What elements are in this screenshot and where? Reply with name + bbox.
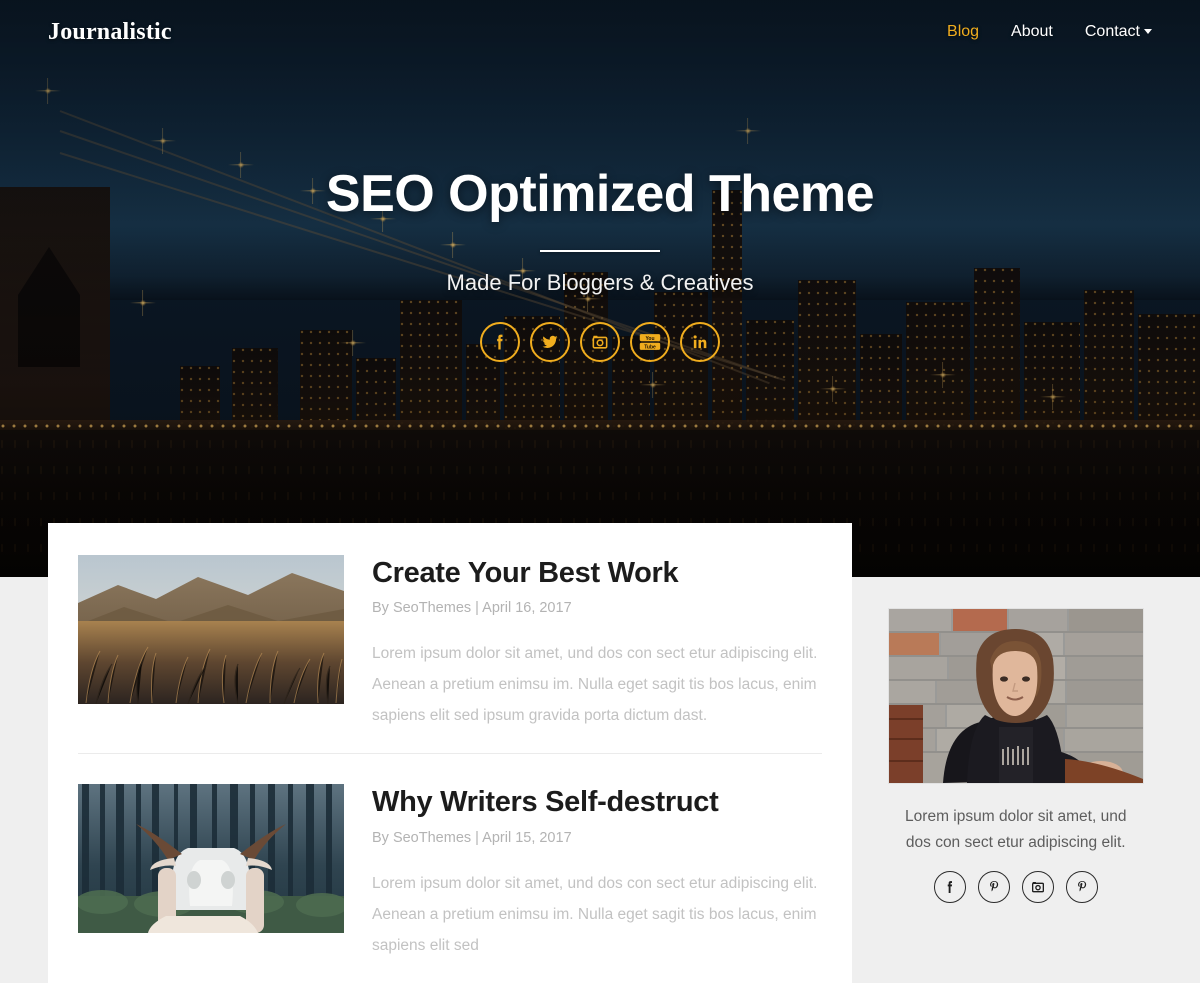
post-thumbnail-skull-forest[interactable] — [78, 784, 344, 934]
hero-section: Journalistic Blog About Contact SEO Opti… — [0, 0, 1200, 577]
post-item: Why Writers Self-destruct By SeoThemes |… — [78, 753, 822, 982]
post-excerpt: Lorem ipsum dolor sit amet, und dos con … — [372, 874, 818, 954]
nav-item-blog[interactable]: Blog — [947, 23, 979, 41]
page-body: Create Your Best Work By SeoThemes | Apr… — [0, 523, 1200, 983]
post-body: Create Your Best Work By SeoThemes | Apr… — [372, 555, 822, 731]
linkedin-icon[interactable] — [680, 322, 720, 362]
top-navigation-bar: Journalistic Blog About Contact — [0, 0, 1200, 64]
svg-text:Tube: Tube — [644, 345, 656, 351]
post-thumbnail-grass-mountains[interactable] — [78, 555, 344, 704]
instagram-icon[interactable] — [580, 322, 620, 362]
content-layout: Create Your Best Work By SeoThemes | Apr… — [0, 523, 1200, 983]
chevron-down-icon — [1144, 29, 1152, 34]
post-list-card: Create Your Best Work By SeoThemes | Apr… — [48, 523, 852, 983]
hero-title: SEO Optimized Theme — [325, 165, 875, 223]
sidebar-social-links — [880, 871, 1152, 904]
facebook-icon[interactable] — [933, 871, 966, 904]
pinterest-icon[interactable] — [1065, 871, 1098, 904]
grass-mountain-image — [78, 555, 344, 704]
post-meta: By SeoThemes | April 16, 2017 — [372, 600, 572, 617]
hero-subtitle: Made For Bloggers & Creatives — [446, 270, 754, 295]
post-item: Create Your Best Work By SeoThemes | Apr… — [78, 555, 822, 753]
facebook-icon[interactable] — [480, 322, 520, 362]
skull-forest-image — [78, 784, 344, 934]
site-logo[interactable]: Journalistic — [48, 19, 172, 46]
twitter-icon[interactable] — [530, 322, 570, 362]
author-photo — [887, 608, 1144, 784]
woman-brick-wall-image — [888, 609, 1143, 783]
nav-item-contact[interactable]: Contact — [1085, 23, 1152, 41]
post-meta: By SeoThemes | April 15, 2017 — [372, 829, 572, 846]
nav-item-contact-label: Contact — [1084, 23, 1140, 40]
sidebar: Lorem ipsum dolor sit amet, und dos con … — [880, 523, 1152, 904]
post-title[interactable]: Create Your Best Work — [372, 557, 822, 590]
post-excerpt: Lorem ipsum dolor sit amet, und dos con … — [372, 645, 818, 725]
hero-content: SEO Optimized Theme Made For Bloggers & … — [0, 0, 1200, 577]
main-nav: Blog About Contact — [947, 23, 1152, 41]
nav-item-about[interactable]: About — [1011, 23, 1053, 41]
instagram-icon[interactable] — [1021, 871, 1054, 904]
pinterest-icon[interactable] — [977, 871, 1010, 904]
svg-text:You: You — [645, 336, 654, 342]
sidebar-description: Lorem ipsum dolor sit amet, und dos con … — [905, 808, 1127, 851]
hero-social-links: You Tube — [480, 322, 720, 362]
post-title[interactable]: Why Writers Self-destruct — [372, 786, 822, 819]
post-body: Why Writers Self-destruct By SeoThemes |… — [372, 784, 822, 960]
hero-divider — [540, 250, 660, 252]
youtube-icon[interactable]: You Tube — [630, 322, 670, 362]
